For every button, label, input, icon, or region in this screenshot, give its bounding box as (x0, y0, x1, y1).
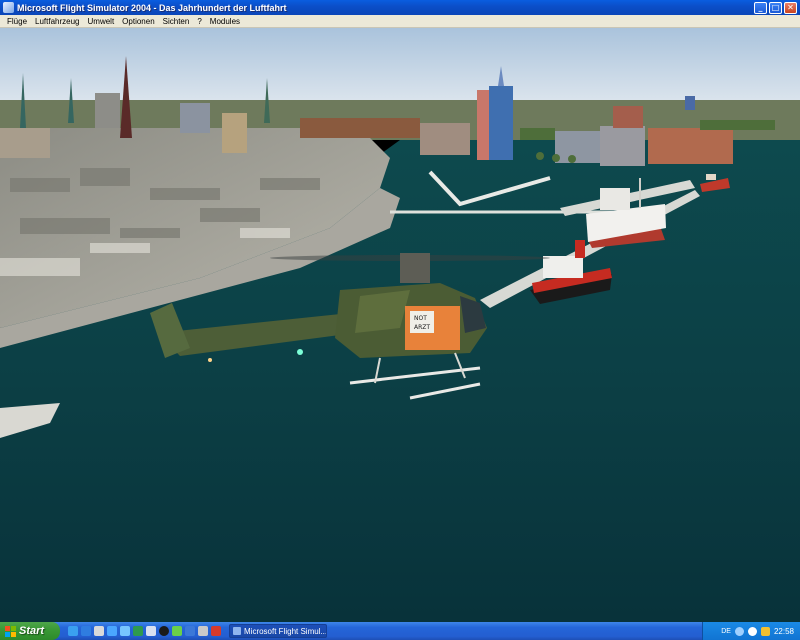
task-label: Microsoft Flight Simul... (244, 626, 327, 636)
menu-bar: Flüge Luftfahrzeug Umwelt Optionen Sicht… (0, 15, 800, 28)
system-tray: DE 22:58 (702, 622, 800, 640)
internet-explorer-icon[interactable] (81, 626, 91, 636)
windows-flag-icon (5, 625, 16, 637)
explorer-icon[interactable] (120, 626, 130, 636)
scene-canvas: NOT ARZT (0, 28, 800, 622)
menu-modules[interactable]: Modules (206, 17, 244, 26)
tray-info-icon[interactable] (734, 626, 744, 636)
app-icon-10[interactable] (185, 626, 195, 636)
menu-optionen[interactable]: Optionen (118, 17, 158, 26)
language-indicator[interactable]: DE (721, 628, 731, 635)
minimize-button[interactable]: _ (754, 1, 767, 14)
menu-luftfahrzeug[interactable]: Luftfahrzeug (31, 17, 83, 26)
menu-umwelt[interactable]: Umwelt (84, 17, 119, 26)
tray-app-icon[interactable] (760, 626, 770, 636)
app-icon-11[interactable] (198, 626, 208, 636)
window-titlebar[interactable]: Microsoft Flight Simulator 2004 - Das Ja… (0, 0, 800, 15)
menu-fluege[interactable]: Flüge (3, 17, 31, 26)
window-title: Microsoft Flight Simulator 2004 - Das Ja… (17, 2, 287, 13)
app-icon-7[interactable] (146, 626, 156, 636)
app-icon (3, 2, 14, 13)
flight-sim-viewport[interactable]: NOT ARZT (0, 28, 800, 622)
tray-network-icon[interactable] (747, 626, 757, 636)
word-icon[interactable] (107, 626, 117, 636)
media-player-icon[interactable] (94, 626, 104, 636)
app-icon-12[interactable] (211, 626, 221, 636)
start-button[interactable]: Start (0, 622, 60, 640)
taskbar: Start Microsoft Flight Simul... DE 22:58 (0, 622, 800, 640)
maximize-button[interactable]: □ (769, 1, 782, 14)
quick-launch (68, 626, 221, 636)
task-flight-simulator[interactable]: Microsoft Flight Simul... (229, 624, 327, 638)
clock[interactable]: 22:58 (774, 627, 794, 636)
marking-arzt: ARZT (414, 324, 430, 331)
close-button[interactable]: ✕ (784, 1, 797, 14)
app-icon-8[interactable] (159, 626, 169, 636)
excel-icon[interactable] (133, 626, 143, 636)
menu-help[interactable]: ? (193, 17, 205, 26)
marking-not: NOT (414, 315, 427, 322)
start-label: Start (19, 625, 45, 637)
desktop-icon[interactable] (68, 626, 78, 636)
app-icon-9[interactable] (172, 626, 182, 636)
flight-sim-icon (233, 627, 241, 635)
menu-sichten[interactable]: Sichten (159, 17, 194, 26)
